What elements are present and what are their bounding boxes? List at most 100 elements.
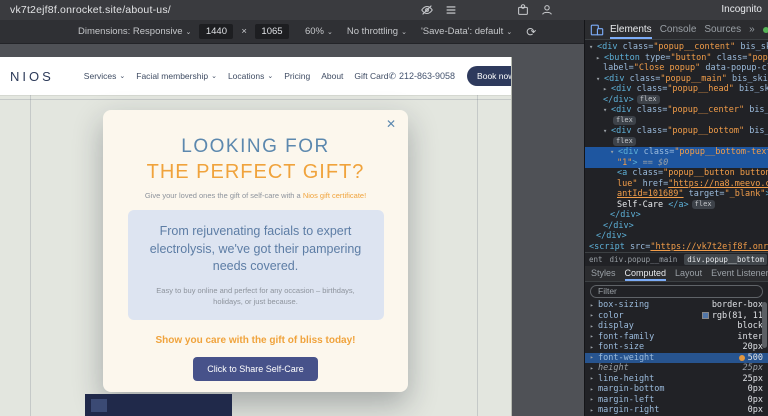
- dom-tree-node[interactable]: ▾<div class="popup__bottom-text" b: [585, 147, 768, 158]
- code-segment: flex: [636, 94, 660, 104]
- code-segment: target=: [683, 189, 725, 199]
- computed-property-row[interactable]: ▸ display block: [585, 321, 768, 332]
- address-bar[interactable]: vk7t2ejf8f.onrocket.site/about-us/: [10, 0, 171, 20]
- code-segment: "https://na8.meevo.com: [668, 178, 768, 189]
- computed-property-row[interactable]: ▸ font-weight 500: [585, 352, 768, 363]
- throttling-dropdown[interactable]: No throttling ⌄: [347, 26, 407, 37]
- computed-property-row[interactable]: ▸ box-sizing border-box: [585, 300, 768, 311]
- dom-tree-node[interactable]: ▾<div class="popup__content" bis_ski: [585, 42, 768, 53]
- code-segment: <div: [611, 105, 632, 115]
- zoom-dropdown[interactable]: 60% ⌄: [305, 26, 333, 37]
- code-segment: "_blank": [724, 189, 766, 199]
- tab-styles[interactable]: Styles: [591, 266, 616, 281]
- breadcrumb-item[interactable]: div.popup__main: [610, 255, 678, 264]
- computed-property-row[interactable]: ▸ height 25px: [585, 363, 768, 374]
- code-segment: class=: [711, 52, 748, 63]
- rotate-device-icon[interactable]: ⟳: [526, 25, 536, 39]
- nav-item-pricing[interactable]: Pricing: [284, 71, 310, 81]
- viewport-height-input[interactable]: 1065: [254, 24, 289, 39]
- nav-item-facial-membership[interactable]: Facial membership ⌄: [136, 71, 217, 81]
- dom-tree-node[interactable]: <a class="popup__button button b: [585, 168, 768, 179]
- tab-event-listeners[interactable]: Event Listeners: [711, 266, 768, 281]
- code-segment: == $0: [637, 157, 669, 168]
- more-tabs-icon[interactable]: »: [749, 24, 755, 35]
- code-segment: </div>: [603, 94, 634, 105]
- computed-property-value: 0px: [747, 384, 763, 395]
- dom-tree-node[interactable]: </div>: [585, 210, 768, 221]
- chevron-down-icon: ⌄: [267, 73, 274, 80]
- gift-popup-modal: ✕ LOOKING FOR THE PERFECT GIFT? Give you…: [103, 110, 408, 392]
- nav-item-locations[interactable]: Locations ⌄: [228, 71, 273, 81]
- tab-computed[interactable]: Computed: [624, 266, 666, 281]
- dom-tree-node[interactable]: flex: [585, 136, 768, 148]
- computed-property-row[interactable]: ▸ font-family inter: [585, 332, 768, 343]
- computed-property-name: box-sizing: [598, 300, 650, 311]
- dom-tree-node[interactable]: ▾<div class="popup__bottom" bis_ski: [585, 126, 768, 137]
- dom-breadcrumb-bar: entdiv.popup__maindiv.popup__bottomd: [585, 252, 768, 266]
- dom-tree-node[interactable]: </div> flex: [585, 94, 768, 106]
- nav-item-about[interactable]: About: [321, 71, 343, 81]
- dom-tree-node[interactable]: </div>: [585, 221, 768, 232]
- dom-tree-node[interactable]: ▾<div class="popup__center" bis_sk: [585, 105, 768, 116]
- computed-property-row[interactable]: ▸ margin-right 0px: [585, 405, 768, 416]
- viewport-width-input[interactable]: 1440: [199, 24, 234, 39]
- extension-pink-icon[interactable]: [492, 3, 506, 17]
- tab-elements[interactable]: Elements: [610, 20, 652, 39]
- profile-icon[interactable]: [540, 3, 554, 17]
- computed-filter-row: Filter: [585, 282, 768, 300]
- chevron-right-icon: ▸: [590, 301, 594, 309]
- code-segment: <button: [604, 52, 640, 63]
- emulation-region: Dimensions: Responsive ⌄ 1440 × 1065 60% ⌄…: [0, 20, 584, 416]
- dom-tree-node[interactable]: <script src="https://vk7t2ejf8f.onrocket: [585, 242, 768, 253]
- book-now-button[interactable]: Book now⌄: [467, 66, 511, 86]
- nav-item-gift-card[interactable]: Gift Card: [354, 71, 388, 81]
- dom-tree-node[interactable]: Self-Care </a> flex: [585, 199, 768, 211]
- computed-property-row[interactable]: ▸ font-size 20px: [585, 342, 768, 353]
- breadcrumb-item[interactable]: ent: [589, 255, 603, 264]
- chevron-right-icon: ▸: [590, 396, 594, 404]
- breadcrumb-item[interactable]: div.popup__bottom: [684, 254, 768, 265]
- puzzle-icon[interactable]: [516, 3, 530, 17]
- code-segment: "1": [617, 157, 633, 168]
- dom-tree-node[interactable]: flex: [585, 115, 768, 127]
- site-logo[interactable]: NIOS: [10, 69, 54, 84]
- computed-property-row[interactable]: ▸ color rgb(81, 11: [585, 311, 768, 322]
- code-segment: <div: [611, 84, 632, 94]
- code-segment: "popup__main": [660, 73, 727, 84]
- chevron-down-icon: ⌄: [119, 73, 126, 80]
- computed-property-row[interactable]: ▸ margin-bottom 0px: [585, 384, 768, 395]
- save-data-dropdown[interactable]: 'Save-Data': default ⌄: [421, 26, 512, 37]
- dom-tree-node[interactable]: lue" href="https://na8.meevo.com: [585, 179, 768, 190]
- filter-input[interactable]: Filter: [590, 284, 763, 298]
- computed-property-value: 0px: [747, 405, 763, 416]
- dom-tree-node[interactable]: ▸<div class="popup__head" bis_skin: [585, 84, 768, 95]
- phone-link[interactable]: ✆ 212-863-9058: [388, 71, 455, 82]
- scrollbar-thumb[interactable]: [762, 302, 767, 348]
- code-segment: class=: [631, 84, 668, 94]
- close-icon[interactable]: ✕: [386, 118, 396, 130]
- tab-console[interactable]: Console: [660, 20, 697, 39]
- chevron-right-icon: ▸: [590, 406, 594, 414]
- eye-off-icon[interactable]: [420, 3, 434, 17]
- list-icon[interactable]: [444, 3, 458, 17]
- code-segment: class=: [624, 73, 661, 84]
- share-self-care-button[interactable]: Click to Share Self-Care: [193, 357, 318, 381]
- dom-tree-node[interactable]: label="Close popup" data-popup-close: [585, 63, 768, 74]
- extension-icon[interactable]: [468, 3, 482, 17]
- device-toolbar-icon[interactable]: [590, 23, 604, 36]
- dom-tree-node[interactable]: ▾<div class="popup__main" bis_skin_ch: [585, 74, 768, 85]
- page-section-thumb: [91, 399, 107, 412]
- emulated-page: NIOS Services ⌄ Facial membership ⌄ Location…: [0, 57, 512, 416]
- dom-tree-node[interactable]: "1"> == $0: [585, 157, 768, 168]
- computed-property-row[interactable]: ▸ line-height 25px: [585, 374, 768, 385]
- code-segment: bis_ski: [740, 42, 768, 52]
- nav-item-services[interactable]: Services ⌄: [84, 71, 125, 81]
- tab-sources[interactable]: Sources: [704, 20, 741, 39]
- dom-tree-node[interactable]: antId=101689" target="_blank"> C: [585, 189, 768, 200]
- tab-layout[interactable]: Layout: [675, 266, 702, 281]
- dom-tree-node[interactable]: </div>: [585, 231, 768, 242]
- computed-property-row[interactable]: ▸ margin-left 0px: [585, 395, 768, 406]
- dimensions-dropdown[interactable]: Dimensions: Responsive ⌄: [78, 26, 191, 37]
- code-segment: flex: [613, 115, 636, 125]
- dom-tree-node[interactable]: ▸<button type="button" class="popup_: [585, 53, 768, 64]
